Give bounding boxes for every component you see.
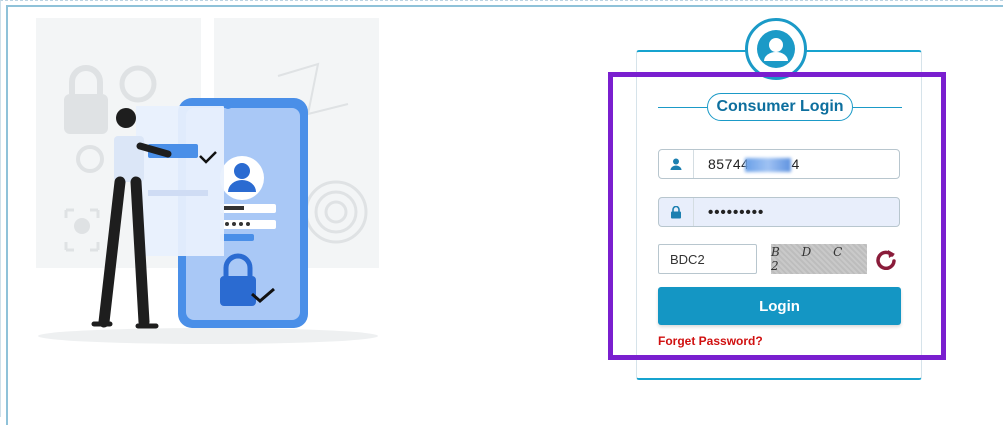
title-divider-right (852, 106, 903, 108)
user-avatar-icon (745, 18, 807, 80)
page-title: Consumer Login (707, 93, 853, 121)
captcha-input[interactable]: BDC2 (658, 244, 757, 274)
password-value: ••••••••• (708, 203, 765, 221)
user-icon (659, 150, 694, 178)
refresh-icon[interactable] (875, 248, 897, 271)
login-button[interactable]: Login (658, 287, 901, 325)
title-divider-left (658, 106, 708, 108)
login-title-row: Consumer Login (658, 92, 903, 122)
lock-icon (659, 198, 694, 226)
forgot-password-link[interactable]: Forget Password? (658, 334, 763, 348)
password-field[interactable]: ••••••••• (658, 197, 900, 227)
username-value: 85744 4 (708, 155, 800, 173)
captcha-image: B D C 2 (771, 244, 867, 274)
username-field[interactable]: 85744 4 (658, 149, 900, 179)
login-illustration (36, 18, 379, 344)
redacted-digits (745, 158, 792, 173)
